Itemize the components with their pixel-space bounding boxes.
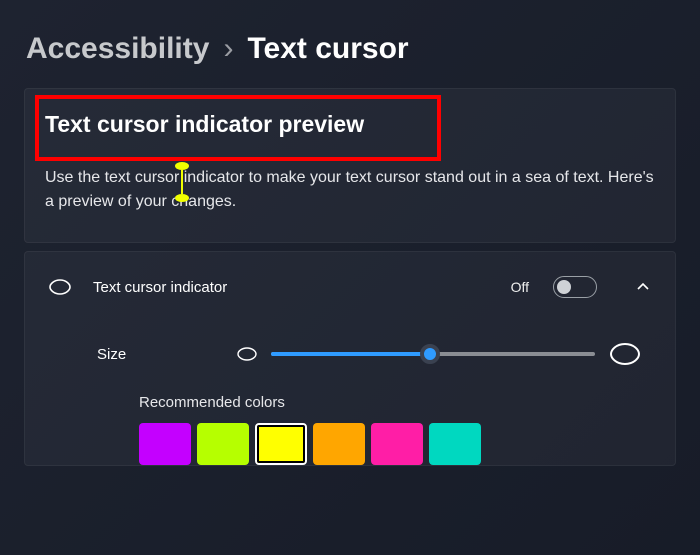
indicator-row: Text cursor indicator Off [25, 252, 675, 322]
toggle-state-label: Off [511, 279, 529, 295]
preview-description-text: Use the text cursor indicator to make yo… [45, 169, 654, 210]
indicator-card: Text cursor indicator Off Size Recommend… [24, 251, 676, 466]
color-swatch-3[interactable] [313, 423, 365, 465]
breadcrumb-parent[interactable]: Accessibility [26, 32, 209, 66]
color-swatch-2[interactable] [255, 423, 307, 465]
recommended-colors-section: Recommended colors [25, 390, 675, 465]
size-max-icon [609, 342, 641, 366]
preview-title: Text cursor indicator preview [45, 111, 364, 138]
expand-chevron-icon[interactable] [635, 279, 651, 295]
color-swatch-1[interactable] [197, 423, 249, 465]
slider-thumb[interactable] [420, 344, 440, 364]
chevron-right-icon: › [223, 32, 233, 66]
cursor-blob-icon [49, 279, 73, 295]
recommended-colors-label: Recommended colors [139, 394, 651, 411]
indicator-label: Text cursor indicator [93, 279, 227, 296]
breadcrumb: Accessibility › Text cursor [0, 0, 700, 88]
indicator-toggle[interactable] [553, 276, 597, 298]
color-swatch-4[interactable] [371, 423, 423, 465]
preview-description: Use the text cursor indicator to make yo… [45, 166, 655, 214]
color-swatch-0[interactable] [139, 423, 191, 465]
color-swatch-5[interactable] [429, 423, 481, 465]
breadcrumb-current: Text cursor [247, 32, 408, 66]
color-swatches [139, 423, 651, 465]
size-label: Size [97, 346, 217, 363]
preview-card: Text cursor indicator preview Use the te… [24, 88, 676, 243]
size-row: Size [25, 322, 675, 390]
size-slider[interactable] [271, 352, 595, 356]
size-min-icon [237, 347, 257, 361]
